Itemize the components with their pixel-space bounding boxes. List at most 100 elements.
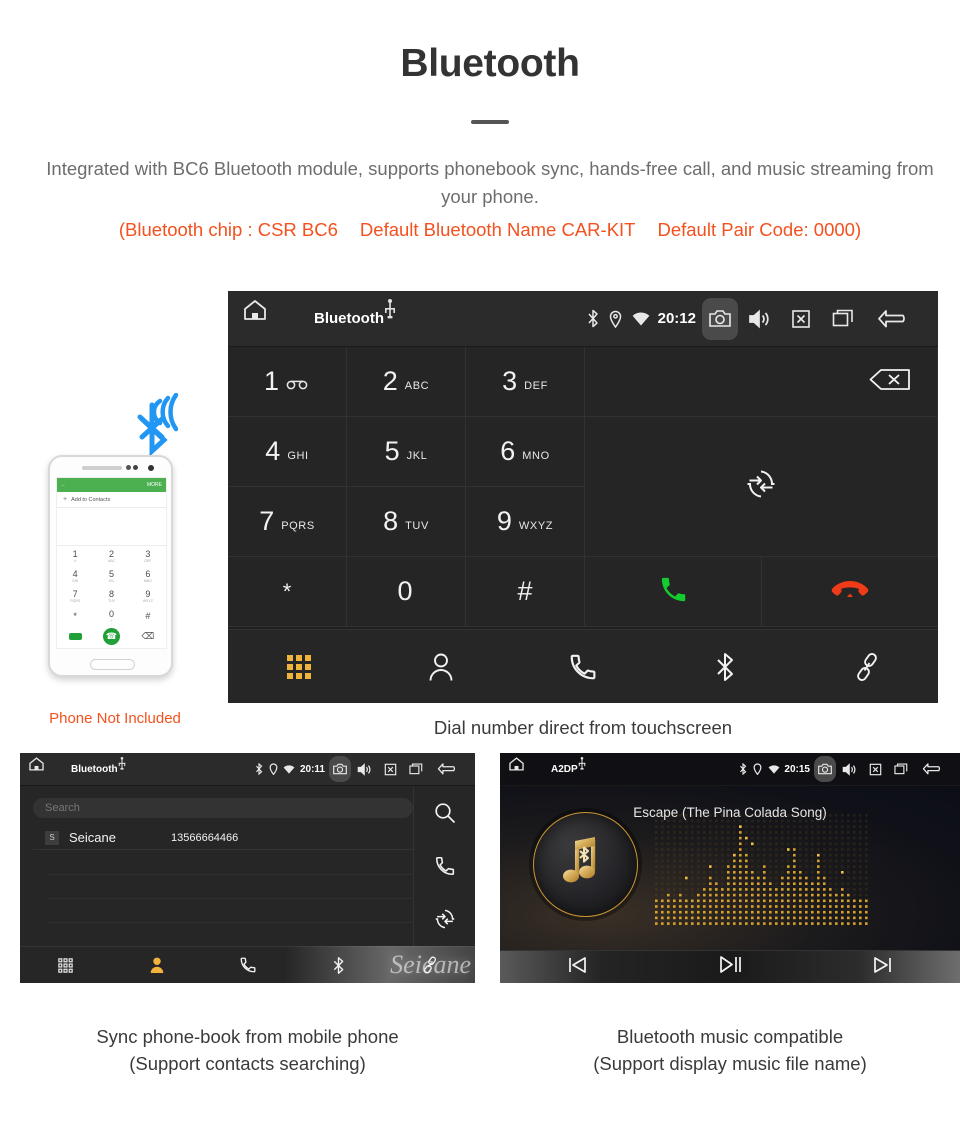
wifi-icon <box>281 757 298 781</box>
key-digit: 9 <box>496 506 512 536</box>
sync-icon[interactable] <box>414 892 475 945</box>
phone-key: 2 ABC <box>107 549 116 563</box>
key-4[interactable]: 4 GHI <box>228 417 347 487</box>
phone-not-included-label: Phone Not Included <box>49 710 181 727</box>
camera-icon[interactable] <box>702 297 738 340</box>
close-box-icon[interactable] <box>780 299 822 339</box>
usb-icon <box>118 757 146 781</box>
call-answer-icon <box>658 574 689 610</box>
status-icons: 20:12 <box>582 297 924 340</box>
phone-key: 0 + <box>108 609 114 623</box>
nav-keypad[interactable] <box>20 947 111 983</box>
status-icons: 20:11 <box>252 756 467 782</box>
back-icon[interactable] <box>429 757 467 781</box>
nav-bluetooth[interactable] <box>654 630 796 703</box>
sync-transfer-icon <box>745 468 777 505</box>
play-pause-icon <box>718 955 742 979</box>
recents-icon[interactable] <box>888 757 914 781</box>
back-icon[interactable] <box>864 299 924 339</box>
phone-video-call-icon <box>57 626 93 646</box>
search-input[interactable]: Search <box>33 798 413 818</box>
call-end-button[interactable] <box>762 557 938 627</box>
home-icon[interactable] <box>508 756 534 782</box>
backspace-button[interactable] <box>585 347 938 417</box>
key-2[interactable]: 2 ABC <box>347 347 466 417</box>
key-digit: 4 <box>265 436 281 466</box>
call-answer-button[interactable] <box>585 557 762 627</box>
voicemail-icon <box>286 379 310 393</box>
volume-icon[interactable] <box>738 299 780 339</box>
phone-sensor-dot <box>126 465 131 470</box>
location-icon <box>750 757 765 781</box>
backspace-icon <box>869 368 911 395</box>
key-digit: * <box>282 578 292 604</box>
phone-app-header: ← MORE <box>57 478 166 492</box>
nav-call-log[interactable] <box>512 630 654 703</box>
phone-key: 4 GHI <box>72 569 79 583</box>
key-8[interactable]: 8 TUV <box>347 487 466 557</box>
phone-key: 8 TUV <box>107 589 115 603</box>
key-5[interactable]: 5 JKL <box>347 417 466 487</box>
nav-contacts[interactable] <box>370 630 512 703</box>
phone-key: # <box>145 611 151 621</box>
phone-speaker <box>82 466 122 470</box>
recents-icon[interactable] <box>822 299 864 339</box>
key-letters: JKL <box>406 449 428 462</box>
key-digit: # <box>517 576 533 606</box>
camera-icon[interactable] <box>814 756 836 782</box>
key-letters: DEF <box>524 379 548 392</box>
nav-call-log[interactable] <box>202 947 293 983</box>
nav-keypad[interactable] <box>228 630 370 703</box>
nav-link[interactable] <box>796 630 938 703</box>
home-icon[interactable] <box>242 298 284 340</box>
volume-icon[interactable] <box>836 757 862 781</box>
screen-title: A2DP <box>551 763 578 775</box>
bluetooth-icon <box>252 757 266 781</box>
phone-key: 6 MNO <box>143 569 152 583</box>
key-digit: 3 <box>502 366 518 396</box>
back-icon[interactable] <box>914 757 952 781</box>
close-box-icon[interactable] <box>862 757 888 781</box>
key-3[interactable]: 3 DEF <box>466 347 585 417</box>
key-hash[interactable]: # <box>466 557 585 627</box>
previous-track-button[interactable] <box>500 956 653 979</box>
recents-icon[interactable] <box>403 757 429 781</box>
call-icon[interactable] <box>414 839 475 892</box>
camera-icon[interactable] <box>329 756 351 782</box>
play-pause-button[interactable] <box>653 955 806 979</box>
transfer-audio-button[interactable] <box>585 417 938 557</box>
now-playing-area: Escape (The Pina Colada Song) <box>500 786 960 950</box>
contact-name: Seicane <box>69 830 116 845</box>
close-box-icon[interactable] <box>377 757 403 781</box>
home-icon[interactable] <box>28 756 54 782</box>
key-7[interactable]: 7 PQRS <box>228 487 347 557</box>
key-letters: TUV <box>405 519 429 532</box>
clock: 20:15 <box>784 763 810 775</box>
contact-initial-badge: S <box>45 830 59 845</box>
page-root: Bluetooth Integrated with BC6 Bluetooth … <box>0 0 980 1143</box>
key-star[interactable]: * <box>228 557 347 627</box>
key-digit: 7 <box>259 506 275 536</box>
key-1[interactable]: 1 <box>228 347 347 417</box>
search-icon[interactable] <box>414 786 475 839</box>
music-note-bluetooth-icon <box>555 831 617 898</box>
usb-icon <box>384 298 428 339</box>
nav-contacts[interactable] <box>111 947 202 983</box>
key-9[interactable]: 9 WXYZ <box>466 487 585 557</box>
dial-keypad: 1 2 ABC 3 DEF 4 GHI 5 JKL 6 MNO 7 PQRS 8… <box>228 347 938 629</box>
spec-pair-code: Default Pair Code: 0000) <box>657 219 862 240</box>
more-label: MORE <box>147 482 162 488</box>
key-6[interactable]: 6 MNO <box>466 417 585 487</box>
volume-icon[interactable] <box>351 757 377 781</box>
status-icons: 20:15 <box>736 756 952 782</box>
usb-icon <box>578 757 606 781</box>
screen-title: Bluetooth <box>314 310 384 327</box>
contact-list-item[interactable]: S Seicane 13566664466 <box>33 826 413 850</box>
bluetooth-icon <box>582 299 604 339</box>
main-caption: Dial number direct from touchscreen <box>433 717 733 738</box>
key-0[interactable]: 0 <box>347 557 466 627</box>
next-track-button[interactable] <box>807 956 960 979</box>
previous-track-icon <box>566 956 588 979</box>
bluetooth-wave-icon <box>108 392 180 460</box>
add-to-contacts-label: Add to Contacts <box>71 496 111 503</box>
